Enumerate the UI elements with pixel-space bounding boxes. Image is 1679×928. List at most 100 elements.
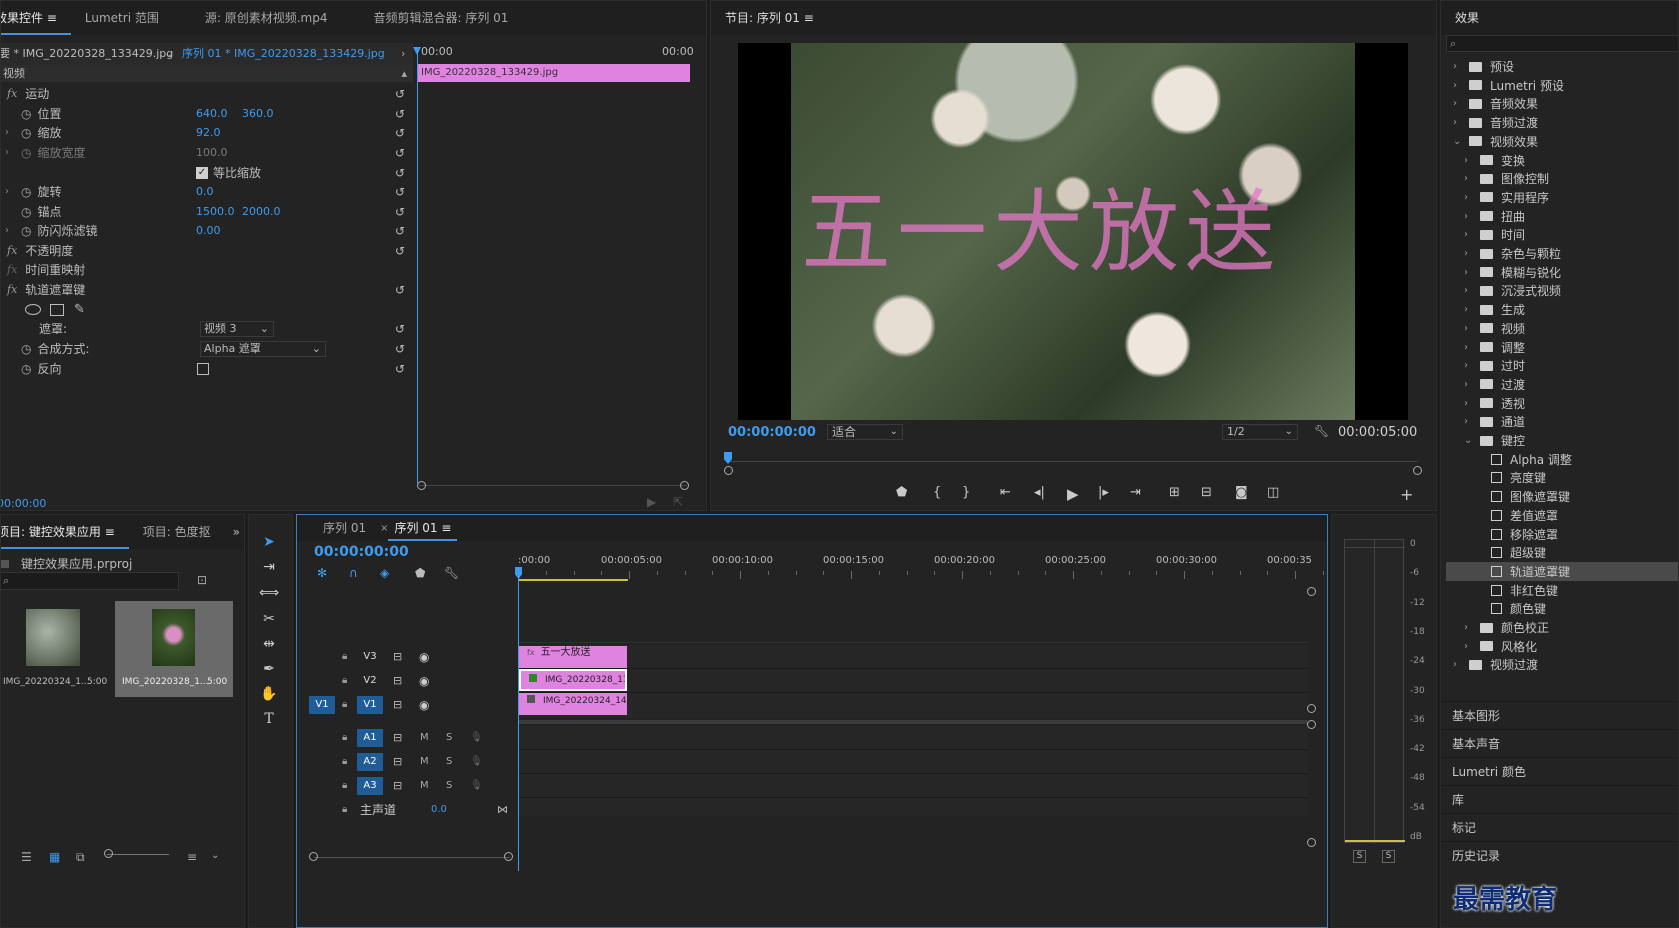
chevron-right-icon[interactable]: › (1464, 229, 1476, 240)
track-target-button[interactable]: A3 (357, 776, 383, 795)
icon-view-icon[interactable]: ▦ (49, 850, 60, 864)
effects-item[interactable]: › 预设 (1453, 57, 1678, 76)
panel-menu-icon[interactable]: ≡ (47, 11, 57, 25)
effects-item[interactable]: › 杂色与颗粒 (1453, 244, 1678, 263)
rectangle-mask-icon[interactable] (50, 303, 64, 316)
extract-icon[interactable]: ⊟ (1201, 485, 1212, 500)
chevron-right-icon[interactable]: › (1464, 248, 1476, 259)
chevron-right-icon[interactable]: › (1464, 192, 1476, 203)
lock-icon[interactable]: 🔒︎ (342, 732, 347, 743)
playhead-icon[interactable] (413, 47, 421, 55)
sync-lock-icon[interactable]: ⊟ (393, 755, 402, 768)
stopwatch-icon[interactable]: ◷ (21, 362, 31, 376)
collapsed-panel-header[interactable]: Lumetri 颜色 (1441, 757, 1678, 785)
reset-icon[interactable]: ↺ (395, 107, 405, 121)
chevron-right-icon[interactable]: › (1464, 622, 1476, 633)
tab-effect-controls[interactable]: 效果控件 ≡ (1, 1, 71, 35)
collapsed-panel-header[interactable]: 库 (1441, 785, 1678, 813)
pen-mask-icon[interactable]: ✎ (74, 302, 85, 317)
go-to-out-icon[interactable]: ⇥ (1130, 485, 1141, 500)
reverse-checkbox[interactable] (197, 362, 209, 375)
step-back-icon[interactable]: ◂| (1034, 485, 1045, 500)
play-audio-icon[interactable]: ▶︎ (647, 495, 656, 509)
effect-controls-timecode[interactable]: 00:00:00 (1, 497, 46, 510)
solo-left-button[interactable]: S (1353, 850, 1366, 863)
collapsed-panel-header[interactable]: 基本图形 (1441, 701, 1678, 729)
scroll-handle-left[interactable] (724, 466, 733, 475)
chevron-right-icon[interactable]: › (1464, 304, 1476, 315)
reset-icon[interactable]: ↺ (395, 244, 405, 258)
eye-icon[interactable]: ◉ (419, 698, 429, 712)
stopwatch-icon[interactable]: ◷ (21, 126, 31, 140)
effects-item-selected[interactable]: 轨道遮罩键 (1446, 561, 1678, 581)
video-audio-divider[interactable] (518, 720, 1308, 724)
effects-item[interactable]: › 风格化 (1453, 637, 1678, 656)
tab-project-chroma[interactable]: 项目: 色度抠 (129, 515, 225, 549)
reset-icon[interactable]: ↺ (395, 322, 405, 336)
source-patch-button[interactable]: V1 (309, 695, 335, 714)
project-search-input[interactable]: ⌕ (1, 572, 179, 590)
microphone-icon[interactable]: 🎙︎ (470, 756, 483, 767)
effects-item[interactable]: 非红色键 (1453, 581, 1678, 600)
effects-item[interactable]: ⌄ 视频效果 (1453, 132, 1678, 151)
chevron-down-icon[interactable]: ⌄ (211, 850, 219, 861)
timeline-playhead-line[interactable] (518, 571, 519, 871)
hand-tool-icon[interactable]: ✋ (259, 684, 279, 704)
stopwatch-icon[interactable]: ◷ (21, 205, 31, 219)
effects-item[interactable]: › 实用程序 (1453, 188, 1678, 207)
effects-item[interactable]: › 音频过渡 (1453, 113, 1678, 132)
clip-v2-image[interactable]: IMG_20220328_133 (519, 669, 627, 691)
close-icon[interactable]: × (380, 523, 388, 534)
scroll-handle-bottom[interactable] (1307, 838, 1316, 847)
track-target-button[interactable]: A1 (357, 728, 383, 747)
chevron-down-icon[interactable]: ⌄ (1453, 136, 1465, 147)
export-icon[interactable]: ⇱ (673, 495, 683, 509)
rotation-value[interactable]: 0.0 (196, 185, 214, 198)
matte-dropdown[interactable]: 视频 3 ⌄ (200, 320, 274, 337)
anchor-x-value[interactable]: 1500.0 (196, 205, 235, 218)
program-scrubber[interactable] (724, 452, 1422, 475)
sync-lock-icon[interactable]: ⊟ (393, 650, 402, 663)
chevron-right-icon[interactable]: › (1464, 641, 1476, 652)
scroll-handle-bottom[interactable] (1307, 704, 1316, 713)
twirl-icon[interactable]: › (5, 225, 9, 236)
lock-icon[interactable]: 🔒︎ (342, 699, 347, 710)
freeform-view-icon[interactable]: ⧉ (76, 850, 85, 865)
effects-item[interactable]: › 沉浸式视频 (1453, 281, 1678, 300)
track-target-button[interactable]: V2 (357, 672, 383, 690)
track-target-button[interactable]: V3 (357, 648, 383, 666)
eye-icon[interactable]: ◉ (419, 650, 429, 664)
type-tool-icon[interactable]: T (259, 709, 279, 729)
effects-item[interactable]: 颜色键 (1453, 599, 1678, 618)
composite-dropdown[interactable]: Alpha 遮罩 ⌄ (200, 340, 326, 357)
lift-icon[interactable]: ⊞ (1169, 485, 1180, 500)
position-x-value[interactable]: 640.0 (196, 107, 228, 120)
chevron-right-icon[interactable]: › (1453, 80, 1465, 91)
tab-lumetri-scopes[interactable]: Lumetri 范围 (71, 1, 173, 35)
collapsed-panel-header[interactable]: 历史记录 (1441, 841, 1678, 869)
effects-item[interactable]: › 视频 (1453, 319, 1678, 338)
reset-icon[interactable]: ↺ (395, 166, 405, 180)
mute-button[interactable]: M (420, 756, 429, 767)
collapsed-panel-header[interactable]: 基本声音 (1441, 729, 1678, 757)
play-icon[interactable]: ▶ (1067, 485, 1079, 503)
effects-item[interactable]: › 过渡 (1453, 375, 1678, 394)
reset-icon[interactable]: ↺ (395, 146, 405, 160)
linked-selection-icon[interactable]: ∩ (349, 566, 358, 580)
project-item[interactable]: IMG_20220324_1... 5:00 (1, 601, 113, 697)
resolution-dropdown[interactable]: 1/2 ⌄ (1222, 424, 1298, 440)
reset-icon[interactable]: ↺ (395, 185, 405, 199)
chevron-down-icon[interactable]: ⌄ (164, 43, 173, 65)
uniform-scale-checkbox[interactable]: ✓ (196, 166, 208, 179)
tab-sequence-01-b[interactable]: 序列 01 ≡ (388, 515, 458, 541)
work-area-bar[interactable] (518, 579, 628, 581)
comparison-view-icon[interactable]: ◫ (1267, 485, 1279, 500)
chevron-right-icon[interactable]: › (1464, 173, 1476, 184)
step-forward-icon[interactable]: |▸ (1098, 485, 1109, 500)
solo-button[interactable]: S (446, 780, 452, 791)
program-timecode[interactable]: 00:00:00:00 (728, 425, 816, 440)
lock-icon[interactable]: 🔒︎ (342, 651, 347, 662)
effects-search-input[interactable]: ⌕ (1446, 35, 1678, 52)
time-ruler[interactable]: :00:00 00:00:05:00 00:00:10:00 00:00:15:00 0… (518, 553, 1324, 583)
chevron-right-icon[interactable]: › (1464, 323, 1476, 334)
